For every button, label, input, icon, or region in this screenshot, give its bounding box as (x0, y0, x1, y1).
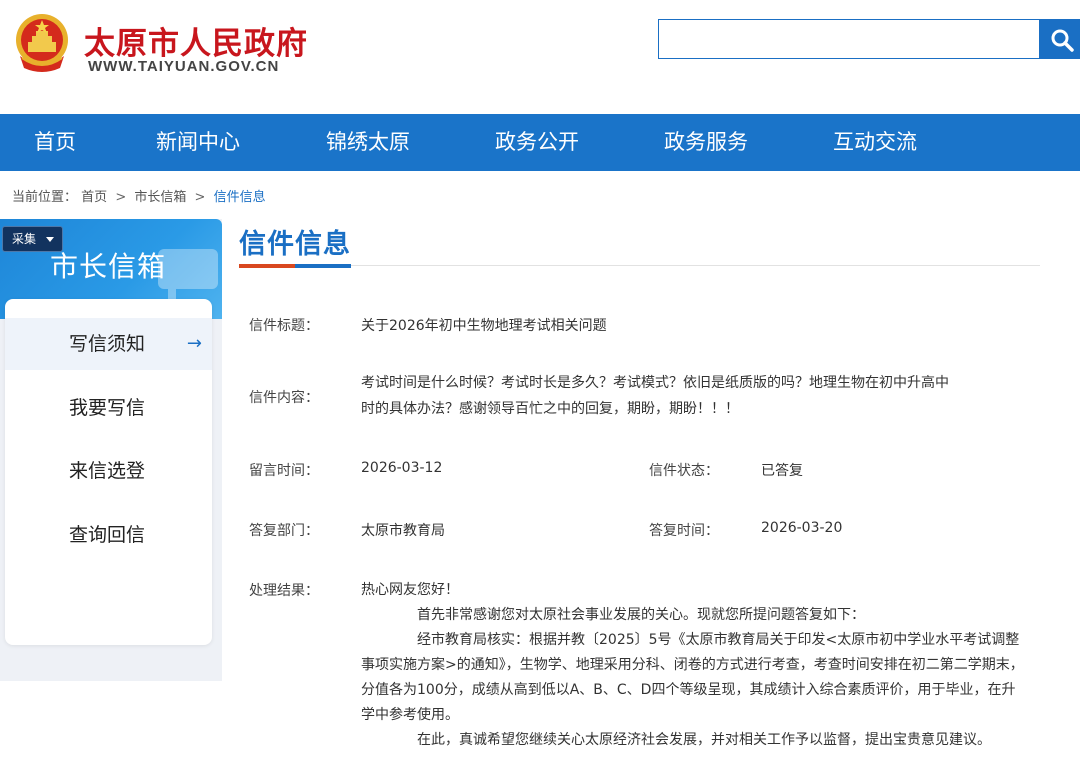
sidebar-item-label: 来信选登 (69, 460, 146, 482)
national-emblem-icon (12, 12, 72, 74)
search-icon (1051, 29, 1074, 52)
breadcrumb-separator: > (115, 190, 127, 205)
result-paragraph: 首先非常感谢您对太原社会事业发展的关心。现就您所提问题答复如下： (417, 607, 865, 623)
nav-item-taiyuan[interactable]: 锦绣太原 (326, 114, 410, 171)
main-nav: 首页 新闻中心 锦绣太原 政务公开 政务服务 互动交流 (0, 114, 1080, 171)
reply-dept: 太原市教育局 (361, 523, 445, 539)
collect-badge-label: 采集 (12, 232, 37, 246)
collect-badge[interactable]: 采集 (2, 226, 63, 252)
result-paragraph: 在此，真诚希望您继续关心太原经济社会发展，并对相关工作予以监督，提出宝贵意见建议… (417, 732, 991, 748)
breadcrumb: 当前位置： 首页 > 市长信箱 > 信件信息 (12, 186, 266, 205)
result-greeting: 热心网友您好！ (361, 582, 459, 598)
sidebar-item-query-reply[interactable]: 查询回信 (5, 509, 212, 561)
page-title: 信件信息 (239, 229, 351, 260)
nav-item-gov-affairs[interactable]: 政务公开 (495, 114, 579, 171)
breadcrumb-current: 信件信息 (213, 190, 266, 205)
breadcrumb-mailbox[interactable]: 市长信箱 (134, 190, 186, 205)
status-value: 已答复 (761, 463, 803, 479)
letter-content: 考试时间是什么时候？考试时长是多久？考试模式？依旧是纸质版的吗？地理生物在初中升… (361, 370, 1029, 422)
result-label: 处理结果： (249, 583, 319, 599)
sidebar-menu: 写信须知 → 我要写信 来信选登 查询回信 (5, 299, 212, 645)
letter-content-line: 时的具体办法？感谢领导百忙之中的回复，期盼，期盼！！！ (361, 401, 739, 417)
reply-dept-label: 答复部门： (249, 523, 319, 539)
result-paragraph: 经市教育局核实：根据并教〔2025〕5号《太原市教育局关于印发<太原市初中学业水… (361, 632, 1024, 723)
breadcrumb-prefix: 当前位置： (12, 190, 78, 205)
letter-title: 关于2026年初中生物地理考试相关问题 (361, 318, 607, 334)
sidebar-item-label: 我要写信 (69, 397, 146, 419)
search-button[interactable] (1039, 19, 1080, 59)
result-content: 热心网友您好！ 首先非常感谢您对太原社会事业发展的关心。现就您所提问题答复如下：… (361, 578, 1029, 753)
title-underline (239, 264, 295, 268)
sidebar-item-write-letter[interactable]: 我要写信 (5, 382, 212, 434)
message-time-label: 留言时间： (249, 463, 319, 479)
breadcrumb-separator: > (194, 190, 206, 205)
sidebar-title: 市长信箱 (50, 250, 167, 283)
reply-time: 2026-03-20 (761, 520, 843, 536)
nav-item-home[interactable]: 首页 (34, 114, 76, 171)
search-input[interactable] (658, 19, 1040, 59)
breadcrumb-home[interactable]: 首页 (81, 190, 107, 205)
site-header: 太原市人民政府 WWW.TAIYUAN.GOV.CN (0, 0, 1080, 114)
site-name: 太原市人民政府 (84, 26, 308, 62)
status-label: 信件状态： (649, 463, 719, 479)
divider (239, 265, 1040, 266)
title-underline (295, 264, 351, 268)
letter-title-label: 信件标题： (249, 318, 319, 334)
sidebar-item-label: 写信须知 (69, 333, 146, 355)
reply-time-label: 答复时间： (649, 523, 719, 539)
sidebar-item-writing-notice[interactable]: 写信须知 → (5, 318, 212, 370)
letter-content-label: 信件内容： (249, 390, 319, 406)
sidebar-item-label: 查询回信 (69, 524, 146, 546)
nav-item-gov-services[interactable]: 政务服务 (664, 114, 748, 171)
letter-content-line: 考试时间是什么时候？考试时长是多久？考试模式？依旧是纸质版的吗？地理生物在初中升… (361, 375, 949, 391)
sidebar-item-selected-letters[interactable]: 来信选登 (5, 445, 212, 497)
site-url: WWW.TAIYUAN.GOV.CN (88, 58, 280, 75)
nav-item-interaction[interactable]: 互动交流 (833, 114, 917, 171)
message-time: 2026-03-12 (361, 460, 443, 476)
nav-item-news[interactable]: 新闻中心 (156, 114, 240, 171)
arrow-right-icon: → (186, 333, 202, 354)
caret-down-icon (46, 237, 54, 242)
